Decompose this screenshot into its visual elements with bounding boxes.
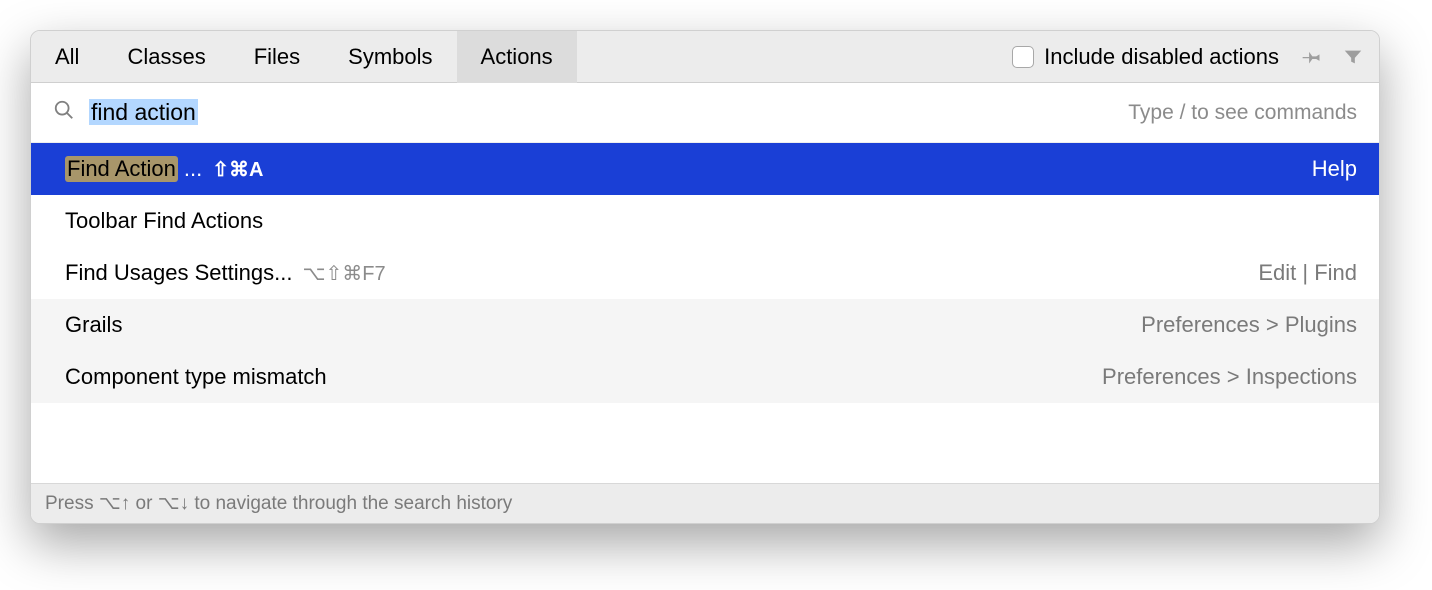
result-shortcut: ⌥⇧⌘F7: [302, 261, 385, 286]
tab-all[interactable]: All: [31, 31, 103, 83]
result-path: Help: [1312, 156, 1357, 182]
result-label: Grails: [65, 312, 122, 338]
result-label: Toolbar Find Actions: [65, 208, 263, 234]
footer-text: Press ⌥↑ or ⌥↓ to navigate through the s…: [45, 492, 512, 515]
checkbox-box[interactable]: [1012, 46, 1034, 68]
include-disabled-checkbox[interactable]: Include disabled actions: [1012, 44, 1279, 70]
search-input[interactable]: find action: [89, 99, 198, 126]
tab-bar: All Classes Files Symbols Actions Includ…: [31, 31, 1379, 83]
result-label: Find Usages Settings...: [65, 260, 292, 286]
result-item-grails[interactable]: Grails Preferences > Plugins: [31, 299, 1379, 351]
results-empty-space: [31, 403, 1379, 483]
result-item-find-usages-settings[interactable]: Find Usages Settings... ⌥⇧⌘F7 Edit | Fin…: [31, 247, 1379, 299]
result-path: Edit | Find: [1258, 260, 1357, 286]
search-icon: [53, 99, 75, 126]
tab-symbols[interactable]: Symbols: [324, 31, 456, 83]
result-suffix: ...: [184, 156, 202, 182]
pin-icon[interactable]: [1298, 42, 1328, 72]
result-path: Preferences > Inspections: [1102, 364, 1357, 390]
results-list: Find Action... ⇧⌘A Help Toolbar Find Act…: [31, 143, 1379, 403]
tab-classes[interactable]: Classes: [103, 31, 229, 83]
search-row: find action Type / to see commands: [31, 83, 1379, 143]
tab-actions[interactable]: Actions: [457, 31, 577, 83]
result-label: Component type mismatch: [65, 364, 327, 390]
tab-files[interactable]: Files: [230, 31, 324, 83]
search-input-text: find action: [89, 99, 198, 125]
search-hint: Type / to see commands: [1128, 101, 1357, 125]
result-path: Preferences > Plugins: [1141, 312, 1357, 338]
result-item-toolbar-find-actions[interactable]: Toolbar Find Actions: [31, 195, 1379, 247]
filter-icon[interactable]: [1338, 42, 1368, 72]
result-item-find-action[interactable]: Find Action... ⇧⌘A Help: [31, 143, 1379, 195]
result-highlight: Find Action: [65, 156, 178, 182]
footer-hint: Press ⌥↑ or ⌥↓ to navigate through the s…: [31, 483, 1379, 523]
result-item-component-type-mismatch[interactable]: Component type mismatch Preferences > In…: [31, 351, 1379, 403]
search-everywhere-popup: All Classes Files Symbols Actions Includ…: [30, 30, 1380, 524]
result-shortcut: ⇧⌘A: [212, 157, 263, 182]
checkbox-label: Include disabled actions: [1044, 44, 1279, 70]
